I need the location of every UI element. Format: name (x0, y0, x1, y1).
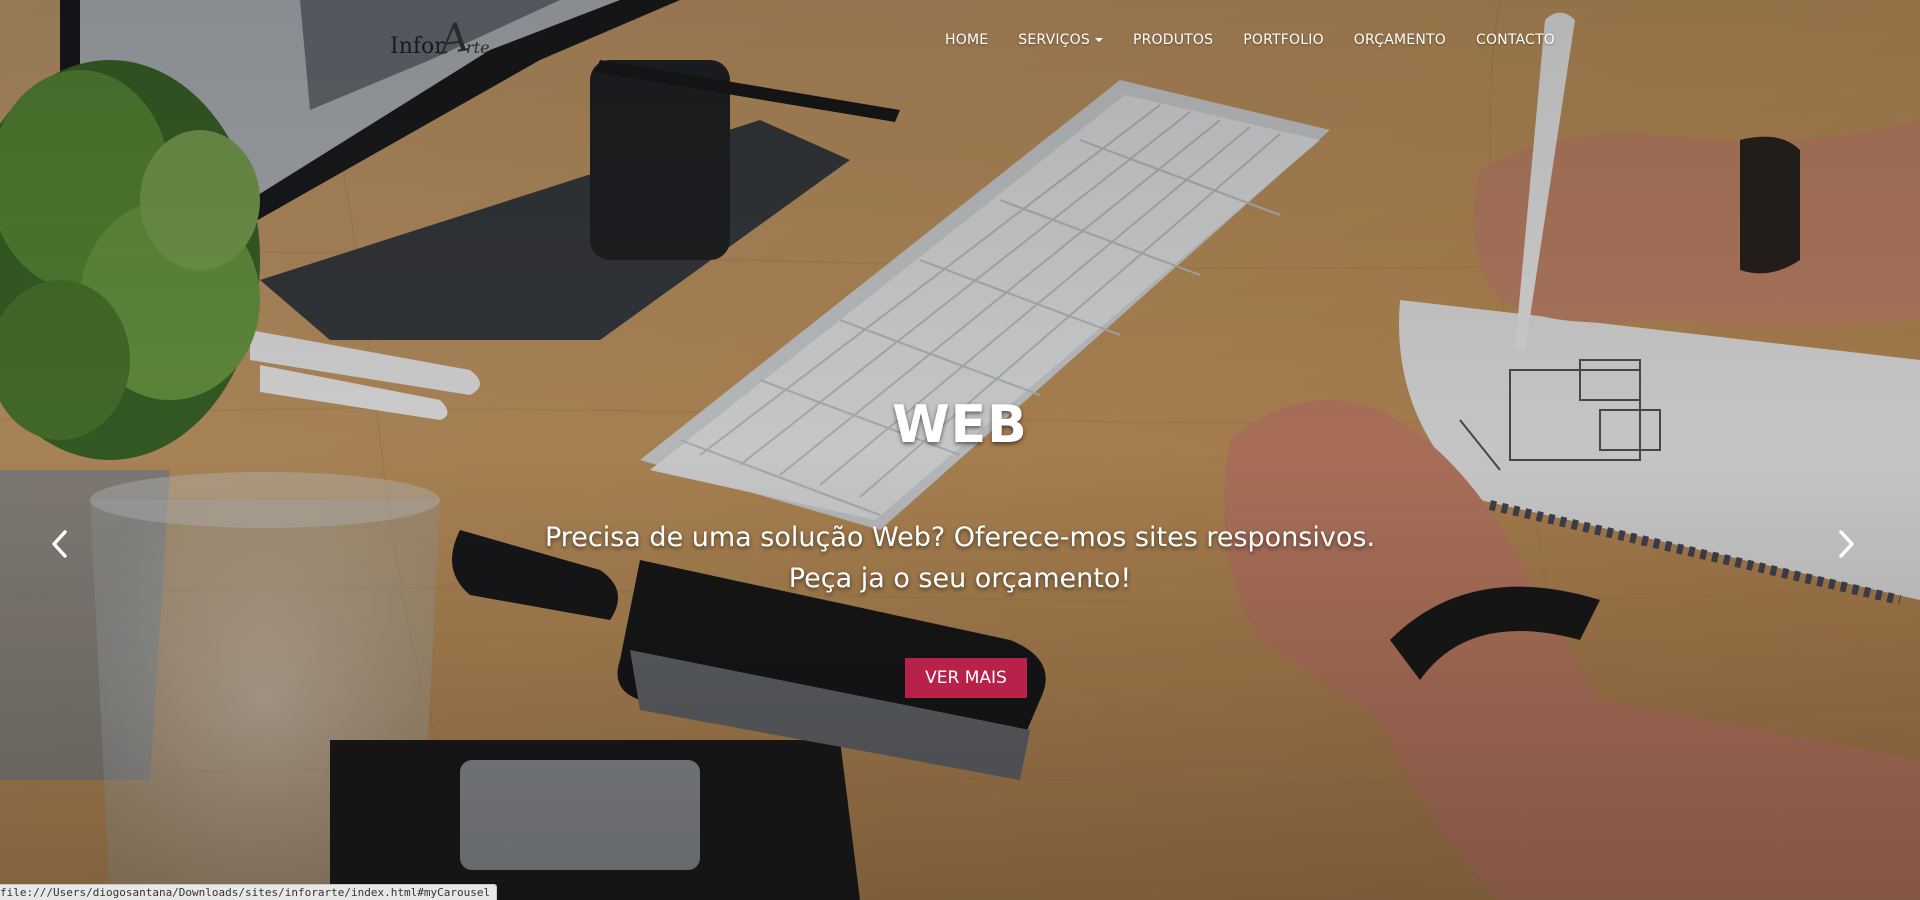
carousel-prev-button[interactable] (40, 524, 80, 564)
nav-item-orcamento[interactable]: ORÇAMENTO (1339, 0, 1461, 80)
nav-item-label: PORTFOLIO (1243, 32, 1324, 48)
nav-item-label: CONTACTO (1475, 32, 1555, 48)
nav-item-label: PRODUTOS (1132, 32, 1214, 48)
carousel-next-button[interactable] (1826, 524, 1866, 564)
nav-item-portfolio[interactable]: PORTFOLIO (1228, 0, 1339, 80)
brand-logo[interactable]: Infor A rte (388, 14, 498, 70)
carousel-subtitle-line-1: Precisa de uma solução Web? Oferece-mos … (544, 522, 1376, 553)
nav-item-label: HOME (945, 32, 989, 48)
logo-text: Infor (390, 34, 445, 59)
main-navigation: HOME SERVIÇOS PRODUTOS PORTFOLIO ORÇAMEN… (930, 0, 1570, 80)
caret-down-icon (1094, 38, 1103, 42)
logo-script-tail: rte (466, 38, 490, 57)
hero-carousel: Infor A rte HOME SERVIÇOS PRODUTOS PORTF… (0, 0, 1920, 900)
ver-mais-button[interactable]: VER MAIS (905, 658, 1027, 698)
nav-item-contacto[interactable]: CONTACTO (1461, 0, 1570, 80)
nav-item-servicos[interactable]: SERVIÇOS (1003, 0, 1118, 80)
chevron-right-icon (1839, 530, 1854, 558)
carousel-subtitle-line-2: Peça ja o seu orçamento! (788, 563, 1132, 594)
browser-status-url: file:///Users/diogosantana/Downloads/sit… (0, 884, 498, 900)
nav-item-label: ORÇAMENTO (1353, 32, 1446, 48)
carousel-title: WEB (892, 395, 1028, 455)
chevron-left-icon (52, 530, 67, 558)
nav-item-home[interactable]: HOME (930, 0, 1003, 80)
nav-item-label: SERVIÇOS (1018, 32, 1090, 48)
nav-item-produtos[interactable]: PRODUTOS (1118, 0, 1228, 80)
